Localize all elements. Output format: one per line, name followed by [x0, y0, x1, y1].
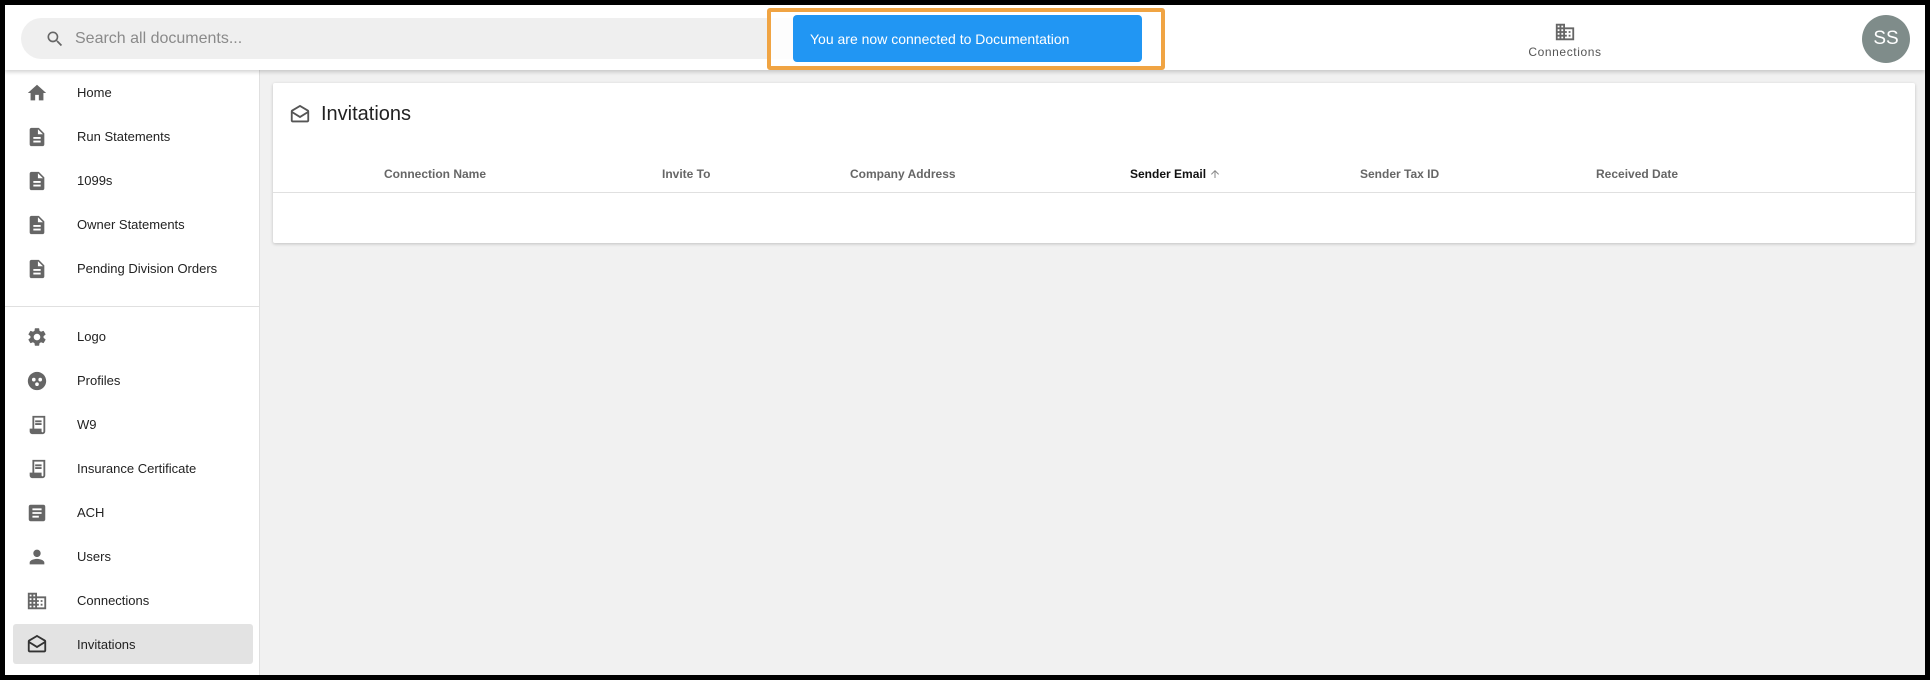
- sidebar-item-connections[interactable]: Connections: [13, 580, 253, 620]
- document-icon: [26, 258, 48, 280]
- column-header-connection-name[interactable]: Connection Name: [384, 167, 486, 181]
- sidebar-item-1099s[interactable]: 1099s: [13, 160, 253, 200]
- sidebar-item-profiles[interactable]: Profiles: [13, 360, 253, 400]
- envelope-open-icon: [290, 104, 310, 122]
- receipt-icon: [26, 414, 48, 436]
- sidebar-item-label: Profiles: [77, 372, 121, 388]
- sidebar-item-run-statements[interactable]: Run Statements: [13, 116, 253, 156]
- connections-button[interactable]: Connections: [1515, 21, 1615, 63]
- page-title: Invitations: [321, 103, 412, 125]
- building-icon: [26, 590, 48, 612]
- user-icon: [26, 546, 48, 568]
- toast-message: You are now connected to Documentation: [810, 30, 1070, 47]
- avatar[interactable]: SS: [1862, 15, 1910, 63]
- document-icon: [26, 214, 48, 236]
- sidebar-item-w9[interactable]: W9: [13, 404, 253, 444]
- document-icon: [26, 126, 48, 148]
- column-header-company-address[interactable]: Company Address: [850, 167, 956, 181]
- sidebar-item-logo[interactable]: Logo: [13, 316, 253, 356]
- app-window: Connections SS You are now connected to …: [5, 5, 1925, 675]
- search-icon: [47, 31, 63, 46]
- sidebar-item-label: ACH: [77, 504, 105, 520]
- sidebar-item-label: Pending Division Orders: [77, 260, 218, 276]
- card-header: Invitations: [289, 103, 411, 126]
- sidebar-item-label: Run Statements: [77, 128, 171, 144]
- column-header-sender-email[interactable]: Sender Email: [1130, 167, 1221, 181]
- sidebar-item-label: Connections: [77, 592, 150, 608]
- sidebar-item-label: 1099s: [77, 172, 113, 188]
- profiles-icon: [26, 370, 48, 392]
- sidebar-item-label: Invitations: [77, 636, 136, 652]
- sidebar-item-invitations[interactable]: Invitations: [13, 624, 253, 664]
- sidebar-item-users[interactable]: Users: [13, 536, 253, 576]
- sidebar-item-insurance-certificate[interactable]: Insurance Certificate: [13, 448, 253, 488]
- toast-notification: You are now connected to Documentation: [793, 15, 1142, 62]
- building-icon: [1555, 23, 1575, 41]
- sidebar-item-label: Insurance Certificate: [77, 460, 197, 476]
- sidebar-item-owner-statements[interactable]: Owner Statements: [13, 204, 253, 244]
- sidebar-item-label: Logo: [77, 328, 106, 344]
- sidebar: Home Run Statements 1099s Owner Statemen…: [5, 70, 260, 675]
- sidebar-item-home[interactable]: Home: [13, 72, 253, 112]
- sort-ascending-icon: [1211, 170, 1220, 178]
- envelope-open-icon: [26, 634, 48, 656]
- receipt-icon: [26, 458, 48, 480]
- sidebar-item-label: Home: [77, 84, 112, 100]
- column-header-sender-tax-id[interactable]: Sender Tax ID: [1360, 167, 1439, 181]
- home-icon: [26, 82, 48, 104]
- column-header-invite-to[interactable]: Invite To: [662, 167, 710, 181]
- sidebar-item-label: Users: [77, 548, 111, 564]
- column-header-received-date[interactable]: Received Date: [1596, 167, 1678, 181]
- column-header-label: Sender Email: [1130, 167, 1207, 181]
- article-icon: [26, 502, 48, 524]
- invitations-card: Invitations Connection Name Invite To Co…: [273, 83, 1915, 243]
- sidebar-item-pending-division-orders[interactable]: Pending Division Orders: [13, 248, 253, 288]
- search-input[interactable]: [75, 29, 775, 48]
- gear-icon: [26, 326, 48, 348]
- table-header: Connection Name Invite To Company Addres…: [273, 161, 1915, 193]
- sidebar-divider: [5, 306, 260, 307]
- sidebar-item-ach[interactable]: ACH: [13, 492, 253, 532]
- document-icon: [26, 170, 48, 192]
- sidebar-item-label: W9: [77, 416, 97, 432]
- search-bar[interactable]: [21, 18, 821, 59]
- sidebar-item-label: Owner Statements: [77, 216, 185, 232]
- connections-label: Connections: [1528, 45, 1602, 59]
